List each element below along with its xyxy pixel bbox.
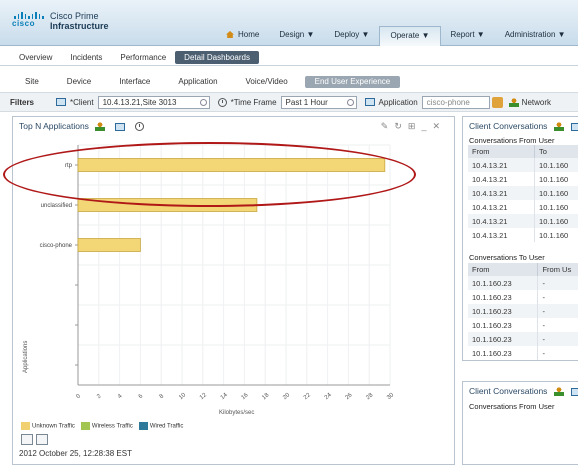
- legend-wired-traffic: Wired Traffic: [138, 422, 183, 430]
- legend-wireless-traffic: Wireless Traffic: [80, 422, 133, 430]
- subtab-voice-video[interactable]: Voice/Video: [235, 76, 305, 88]
- client-label: *Client: [70, 97, 94, 107]
- x-tick-label: 22: [303, 392, 312, 401]
- chevron-down-icon: ▼: [557, 30, 566, 39]
- home-icon: [226, 31, 234, 38]
- app-header: cisco Cisco Prime Infrastructure Home De…: [0, 0, 578, 46]
- table-row: 10.1.160.23-: [468, 304, 578, 318]
- table-row: 10.4.13.21 10.1.160: [468, 158, 578, 172]
- chevron-down-icon: ▼: [476, 30, 485, 39]
- from-user-title-2: Conversations From User: [469, 402, 555, 411]
- table-row: 10.4.13.21 10.1.160: [468, 228, 578, 242]
- x-tick-label: 26: [345, 392, 354, 401]
- x-tick-label: 4: [117, 393, 124, 400]
- network-icon: [508, 97, 519, 107]
- x-axis-label: Kilobytes/sec: [219, 410, 255, 416]
- chevron-down-icon: ▼: [306, 30, 315, 39]
- subtab-end-user-experience[interactable]: End User Experience: [304, 76, 401, 88]
- chevron-down-icon: ▼: [421, 31, 430, 40]
- tab-overview[interactable]: Overview: [10, 51, 61, 64]
- select-icon[interactable]: [346, 98, 354, 106]
- table-row: 10.1.160.23-: [468, 276, 578, 290]
- monitor-icon: [56, 98, 67, 106]
- main-menu: Home Design ▼ Deploy ▼ Operate ▼ Report …: [216, 26, 576, 46]
- x-tick-label: 18: [261, 392, 270, 401]
- client-conversations-title-2: Client Conversations: [469, 386, 578, 397]
- chevron-down-icon: ▼: [361, 30, 370, 39]
- application-label: Application: [378, 97, 418, 107]
- table-row: 10.4.13.21 10.1.160: [468, 214, 578, 228]
- filters-label: Filters: [10, 97, 35, 107]
- x-tick-label: 12: [199, 392, 208, 401]
- x-tick-label: 28: [365, 392, 374, 401]
- view-toggle: [21, 434, 48, 445]
- client-input[interactable]: 10.4.13.21,Site 3013: [97, 95, 210, 109]
- detail-subtabs: Site Device Interface Application Voice/…: [0, 75, 578, 89]
- network-label: Network: [521, 97, 552, 107]
- table-row: 10.1.160.23-: [468, 290, 578, 304]
- client-conversations-dashlet-2: Client Conversations Conversations From …: [462, 381, 578, 465]
- x-tick-label: 6: [138, 393, 145, 400]
- clock-icon: [217, 97, 227, 107]
- menu-home[interactable]: Home: [216, 26, 269, 46]
- x-tick-label: 30: [386, 392, 395, 401]
- product-name: Cisco Prime Infrastructure: [50, 11, 109, 31]
- x-tick-label: 0: [75, 393, 82, 400]
- users-icon: [553, 122, 564, 132]
- table-row: 10.4.13.21 10.1.160: [468, 200, 578, 214]
- table-row: 10.4.13.21 10.1.160: [468, 172, 578, 186]
- tab-detail-dashboards[interactable]: Detail Dashboards: [175, 51, 259, 64]
- cisco-logo: cisco: [12, 12, 46, 28]
- table-row: 10.4.13.21 10.1.160: [468, 186, 578, 200]
- to-user-table: From From Us 10.1.160.23- 10.1.160.23- 10…: [468, 263, 578, 360]
- legend-unknown-traffic: Unknown Traffic: [21, 422, 75, 430]
- subtab-application[interactable]: Application: [167, 76, 234, 88]
- table-view-icon[interactable]: [36, 434, 48, 445]
- users-icon: [553, 387, 564, 397]
- bar: [77, 238, 141, 252]
- x-tick-label: 2: [96, 393, 103, 400]
- tab-performance[interactable]: Performance: [111, 51, 175, 64]
- menu-report[interactable]: Report ▼: [441, 26, 495, 46]
- menu-administration[interactable]: Administration ▼: [495, 26, 576, 46]
- search-icon[interactable]: [199, 98, 207, 106]
- from-user-table: From To 10.4.13.21 10.1.160 10.4.13.21 10.1…: [468, 145, 578, 242]
- from-user-title: Conversations From User: [469, 136, 555, 145]
- x-tick-label: 16: [241, 392, 250, 401]
- x-tick-label: 10: [178, 392, 187, 401]
- x-tick-label: 8: [159, 393, 166, 400]
- y-tick-label: cisco-phone: [40, 243, 73, 249]
- menu-deploy[interactable]: Deploy ▼: [324, 26, 379, 46]
- to-user-title: Conversations To User: [469, 253, 545, 262]
- chart-legend: Unknown Traffic Wireless Traffic Wired T…: [21, 422, 183, 430]
- menu-design[interactable]: Design ▼: [269, 26, 324, 46]
- subtab-site[interactable]: Site: [14, 76, 56, 88]
- highlight-ellipse: [3, 142, 416, 207]
- application-dropdown-button[interactable]: [491, 96, 503, 108]
- x-tick-label: 20: [282, 392, 291, 401]
- monitor-icon: [570, 122, 578, 131]
- dashboard-tabs: Overview Incidents Performance Detail Da…: [0, 50, 578, 66]
- application-input[interactable]: cisco-phone: [421, 95, 490, 109]
- x-tick-label: 24: [324, 392, 333, 401]
- x-tick-label: 14: [220, 392, 229, 401]
- tab-incidents[interactable]: Incidents: [61, 51, 111, 64]
- filters-bar: Filters *Client 10.4.13.21,Site 3013 *Ti…: [0, 92, 578, 112]
- table-row: 10.1.160.23-: [468, 332, 578, 346]
- time-frame-label: *Time Frame: [230, 97, 277, 107]
- y-tick-label: unclassified: [41, 203, 72, 209]
- chart-view-icon[interactable]: [21, 434, 33, 445]
- table-row: 10.1.160.23-: [468, 346, 578, 360]
- timestamp: 2012 October 25, 12:28:38 EST: [19, 449, 132, 458]
- subtab-interface[interactable]: Interface: [108, 76, 167, 88]
- client-conversations-title: Client Conversations: [469, 121, 578, 132]
- monitor-icon: [570, 387, 578, 396]
- subtab-device[interactable]: Device: [56, 76, 108, 88]
- time-frame-select[interactable]: Past 1 Hour: [280, 95, 357, 109]
- client-conversations-dashlet: Client Conversations Conversations From …: [462, 116, 578, 361]
- table-row: 10.1.160.23-: [468, 318, 578, 332]
- menu-operate[interactable]: Operate ▼: [379, 26, 441, 46]
- application-icon: [364, 98, 375, 106]
